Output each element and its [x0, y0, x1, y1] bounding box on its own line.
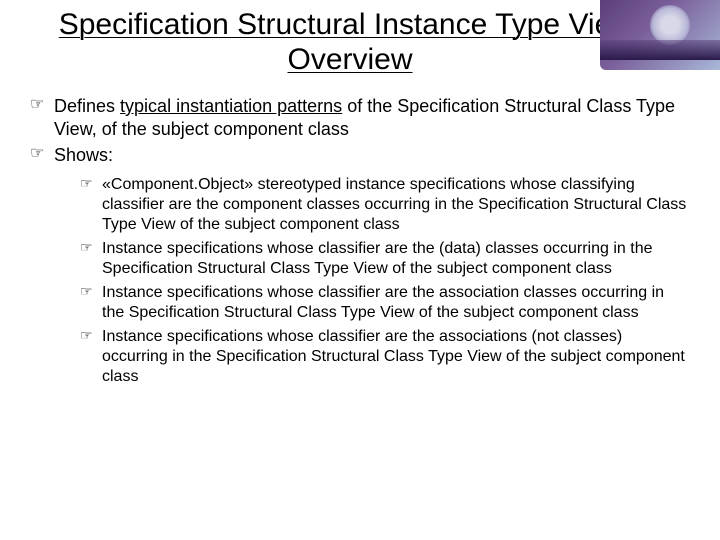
pointing-hand-icon: ☞: [30, 144, 54, 167]
sub-bullet-item: ☞ «Component.Object» stereotyped instanc…: [80, 175, 690, 235]
sub-bullet-item: ☞ Instance specifications whose classifi…: [80, 283, 690, 323]
pointing-hand-icon: ☞: [30, 95, 54, 140]
bullet-item: ☞ Shows:: [30, 144, 690, 167]
bullet-item: ☞ Defines typical instantiation patterns…: [30, 95, 690, 140]
pointing-hand-icon: ☞: [80, 239, 102, 279]
bullet-text: Shows:: [54, 144, 113, 167]
slide-content: ☞ Defines typical instantiation patterns…: [0, 77, 720, 387]
sub-bullet-text: «Component.Object» stereotyped instance …: [102, 175, 690, 235]
sub-bullet-text: Instance specifications whose classifier…: [102, 239, 690, 279]
pointing-hand-icon: ☞: [80, 283, 102, 323]
decorative-image: [600, 0, 720, 70]
sub-bullet-item: ☞ Instance specifications whose classifi…: [80, 239, 690, 279]
pointing-hand-icon: ☞: [80, 175, 102, 235]
bullet-text: Defines typical instantiation patterns o…: [54, 95, 690, 140]
sub-bullet-text: Instance specifications whose classifier…: [102, 327, 690, 387]
sub-bullet-list: ☞ «Component.Object» stereotyped instanc…: [30, 171, 690, 387]
pointing-hand-icon: ☞: [80, 327, 102, 387]
sub-bullet-item: ☞ Instance specifications whose classifi…: [80, 327, 690, 387]
sub-bullet-text: Instance specifications whose classifier…: [102, 283, 690, 323]
